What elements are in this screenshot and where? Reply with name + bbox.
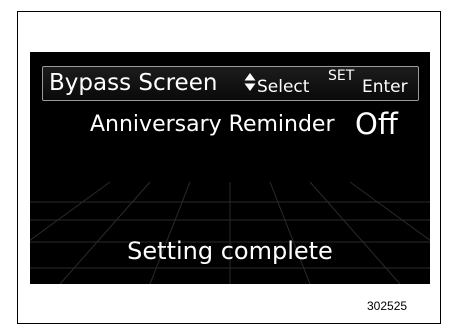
status-message: Setting complete: [127, 237, 333, 265]
set-key-label: SET: [328, 68, 355, 84]
display-screen: Bypass Screen Select SET Enter Anniversa…: [30, 52, 430, 284]
figure-id: 302525: [367, 299, 408, 313]
up-down-arrows-icon: [244, 73, 256, 91]
enter-hint: Enter: [362, 77, 408, 97]
screen-title: Bypass Screen: [49, 70, 218, 96]
select-hint: Select: [257, 77, 310, 97]
header-bar: Bypass Screen Select SET Enter: [42, 66, 419, 101]
setting-value[interactable]: Off: [355, 108, 398, 140]
setting-label: Anniversary Reminder: [90, 112, 335, 137]
